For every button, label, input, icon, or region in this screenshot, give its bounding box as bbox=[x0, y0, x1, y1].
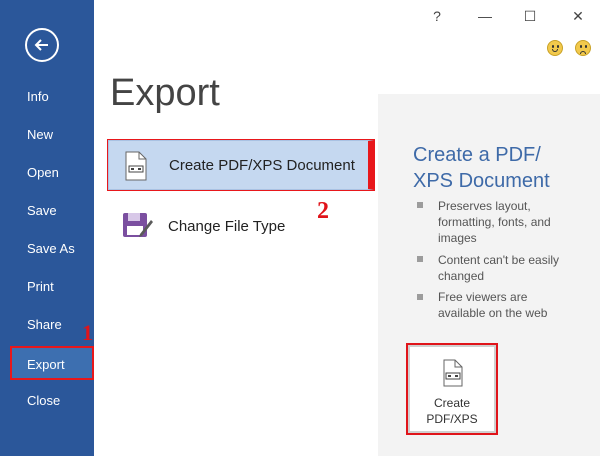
sidebar-item-label: Print bbox=[27, 279, 54, 294]
sidebar-item-label: Export bbox=[27, 357, 65, 372]
sidebar-item-label: Save As bbox=[27, 241, 75, 256]
sidebar-item-export[interactable]: Export bbox=[10, 346, 94, 380]
create-button-label: Create PDF/XPS bbox=[426, 396, 478, 426]
sidebar-item-save-as[interactable]: Save As bbox=[10, 232, 94, 266]
sidebar-item-label: Open bbox=[27, 165, 59, 180]
bullet-icon bbox=[417, 294, 423, 300]
sidebar-item-label: New bbox=[27, 127, 54, 142]
sidebar-item-label: Share bbox=[27, 317, 62, 332]
bullet-text: Free viewers are available on the web bbox=[438, 290, 548, 320]
sidebar-item-save[interactable]: Save bbox=[10, 194, 94, 228]
pdf-document-icon bbox=[442, 359, 464, 392]
bullet-icon bbox=[417, 202, 423, 208]
option-label: Change File Type bbox=[168, 218, 286, 235]
option-label: Create PDF/XPS Document bbox=[169, 157, 355, 174]
step-marker-1: 1 bbox=[82, 320, 93, 345]
sidebar-item-close[interactable]: Close bbox=[10, 384, 94, 418]
sidebar-item-open[interactable]: Open bbox=[10, 156, 94, 190]
send-a-frown-icon[interactable] bbox=[575, 40, 591, 56]
sidebar-item-label: Save bbox=[27, 203, 57, 218]
step-marker-2: 2 bbox=[317, 198, 329, 224]
bullet-text: Content can't be easily changed bbox=[438, 253, 560, 283]
create-pdf-xps-button[interactable]: Create PDF/XPS bbox=[406, 343, 498, 435]
sidebar-item-label: Close bbox=[27, 393, 61, 408]
detail-title: Create a PDF/ XPS Document bbox=[413, 144, 550, 192]
sidebar-item-info[interactable]: Info bbox=[10, 80, 94, 114]
backstage-sidebar: Info New Open Save Save As Print Share E… bbox=[0, 0, 94, 456]
page-title: Export bbox=[110, 72, 220, 114]
help-button[interactable]: ? bbox=[422, 4, 452, 28]
minimize-button[interactable]: — bbox=[470, 4, 500, 28]
create-pdf-xps-option[interactable]: Create PDF/XPS Document bbox=[108, 140, 374, 190]
change-file-type-option[interactable]: Change File Type bbox=[108, 200, 374, 250]
close-window-button[interactable]: ✕ bbox=[563, 4, 593, 28]
pdf-document-icon bbox=[123, 151, 149, 186]
bullet-icon bbox=[417, 256, 423, 262]
sidebar-item-label: Info bbox=[27, 89, 49, 104]
maximize-button[interactable]: ☐ bbox=[515, 4, 545, 28]
change-file-type-icon bbox=[122, 210, 154, 245]
sidebar-item-print[interactable]: Print bbox=[10, 270, 94, 304]
back-arrow-icon[interactable] bbox=[25, 28, 59, 62]
bullet-text: Preserves layout, formatting, fonts, and… bbox=[438, 199, 551, 245]
sidebar-item-new[interactable]: New bbox=[10, 118, 94, 152]
send-a-smile-icon[interactable] bbox=[547, 40, 563, 56]
